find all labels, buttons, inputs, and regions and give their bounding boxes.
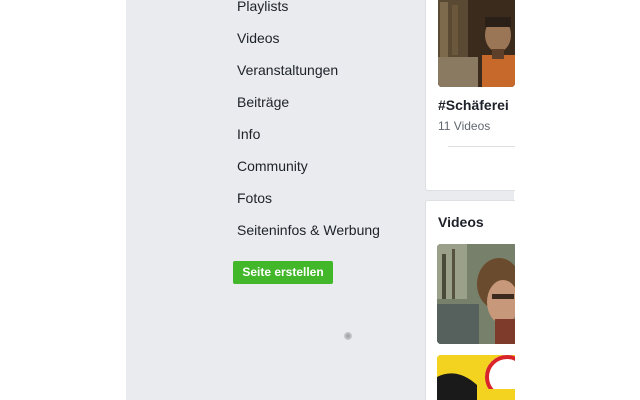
- nav-item-photos[interactable]: Fotos: [237, 188, 272, 208]
- playlist-thumbnail-image: [438, 0, 515, 87]
- playlist-card: #Schäferei 11 Videos: [425, 0, 515, 191]
- playlist-thumbnail[interactable]: [438, 0, 515, 87]
- video-thumbnail[interactable]: [437, 244, 515, 344]
- video-thumbnail[interactable]: [437, 355, 515, 400]
- nav-item-videos[interactable]: Videos: [237, 28, 280, 48]
- nav-item-posts[interactable]: Beiträge: [237, 92, 289, 112]
- create-page-button[interactable]: Seite erstellen: [233, 261, 333, 284]
- nav-item-playlists[interactable]: Playlists: [237, 0, 288, 16]
- nav-item-events[interactable]: Veranstaltungen: [237, 60, 338, 80]
- playlist-video-count: 11 Videos: [438, 119, 491, 133]
- loading-dot-icon: [344, 332, 352, 340]
- nav-item-page-transparency[interactable]: Seiteninfos & Werbung: [237, 220, 380, 240]
- card-divider: [448, 146, 515, 147]
- nav-item-community[interactable]: Community: [237, 156, 308, 176]
- page: Playlists Videos Veranstaltungen Beiträg…: [0, 0, 640, 400]
- playlist-title[interactable]: #Schäferei: [438, 97, 509, 113]
- video-thumbnail-image: [437, 244, 515, 344]
- videos-card: Videos: [425, 200, 515, 400]
- video-thumbnail-image: [437, 355, 515, 400]
- nav-item-info[interactable]: Info: [237, 124, 260, 144]
- videos-section-title[interactable]: Videos: [438, 214, 484, 230]
